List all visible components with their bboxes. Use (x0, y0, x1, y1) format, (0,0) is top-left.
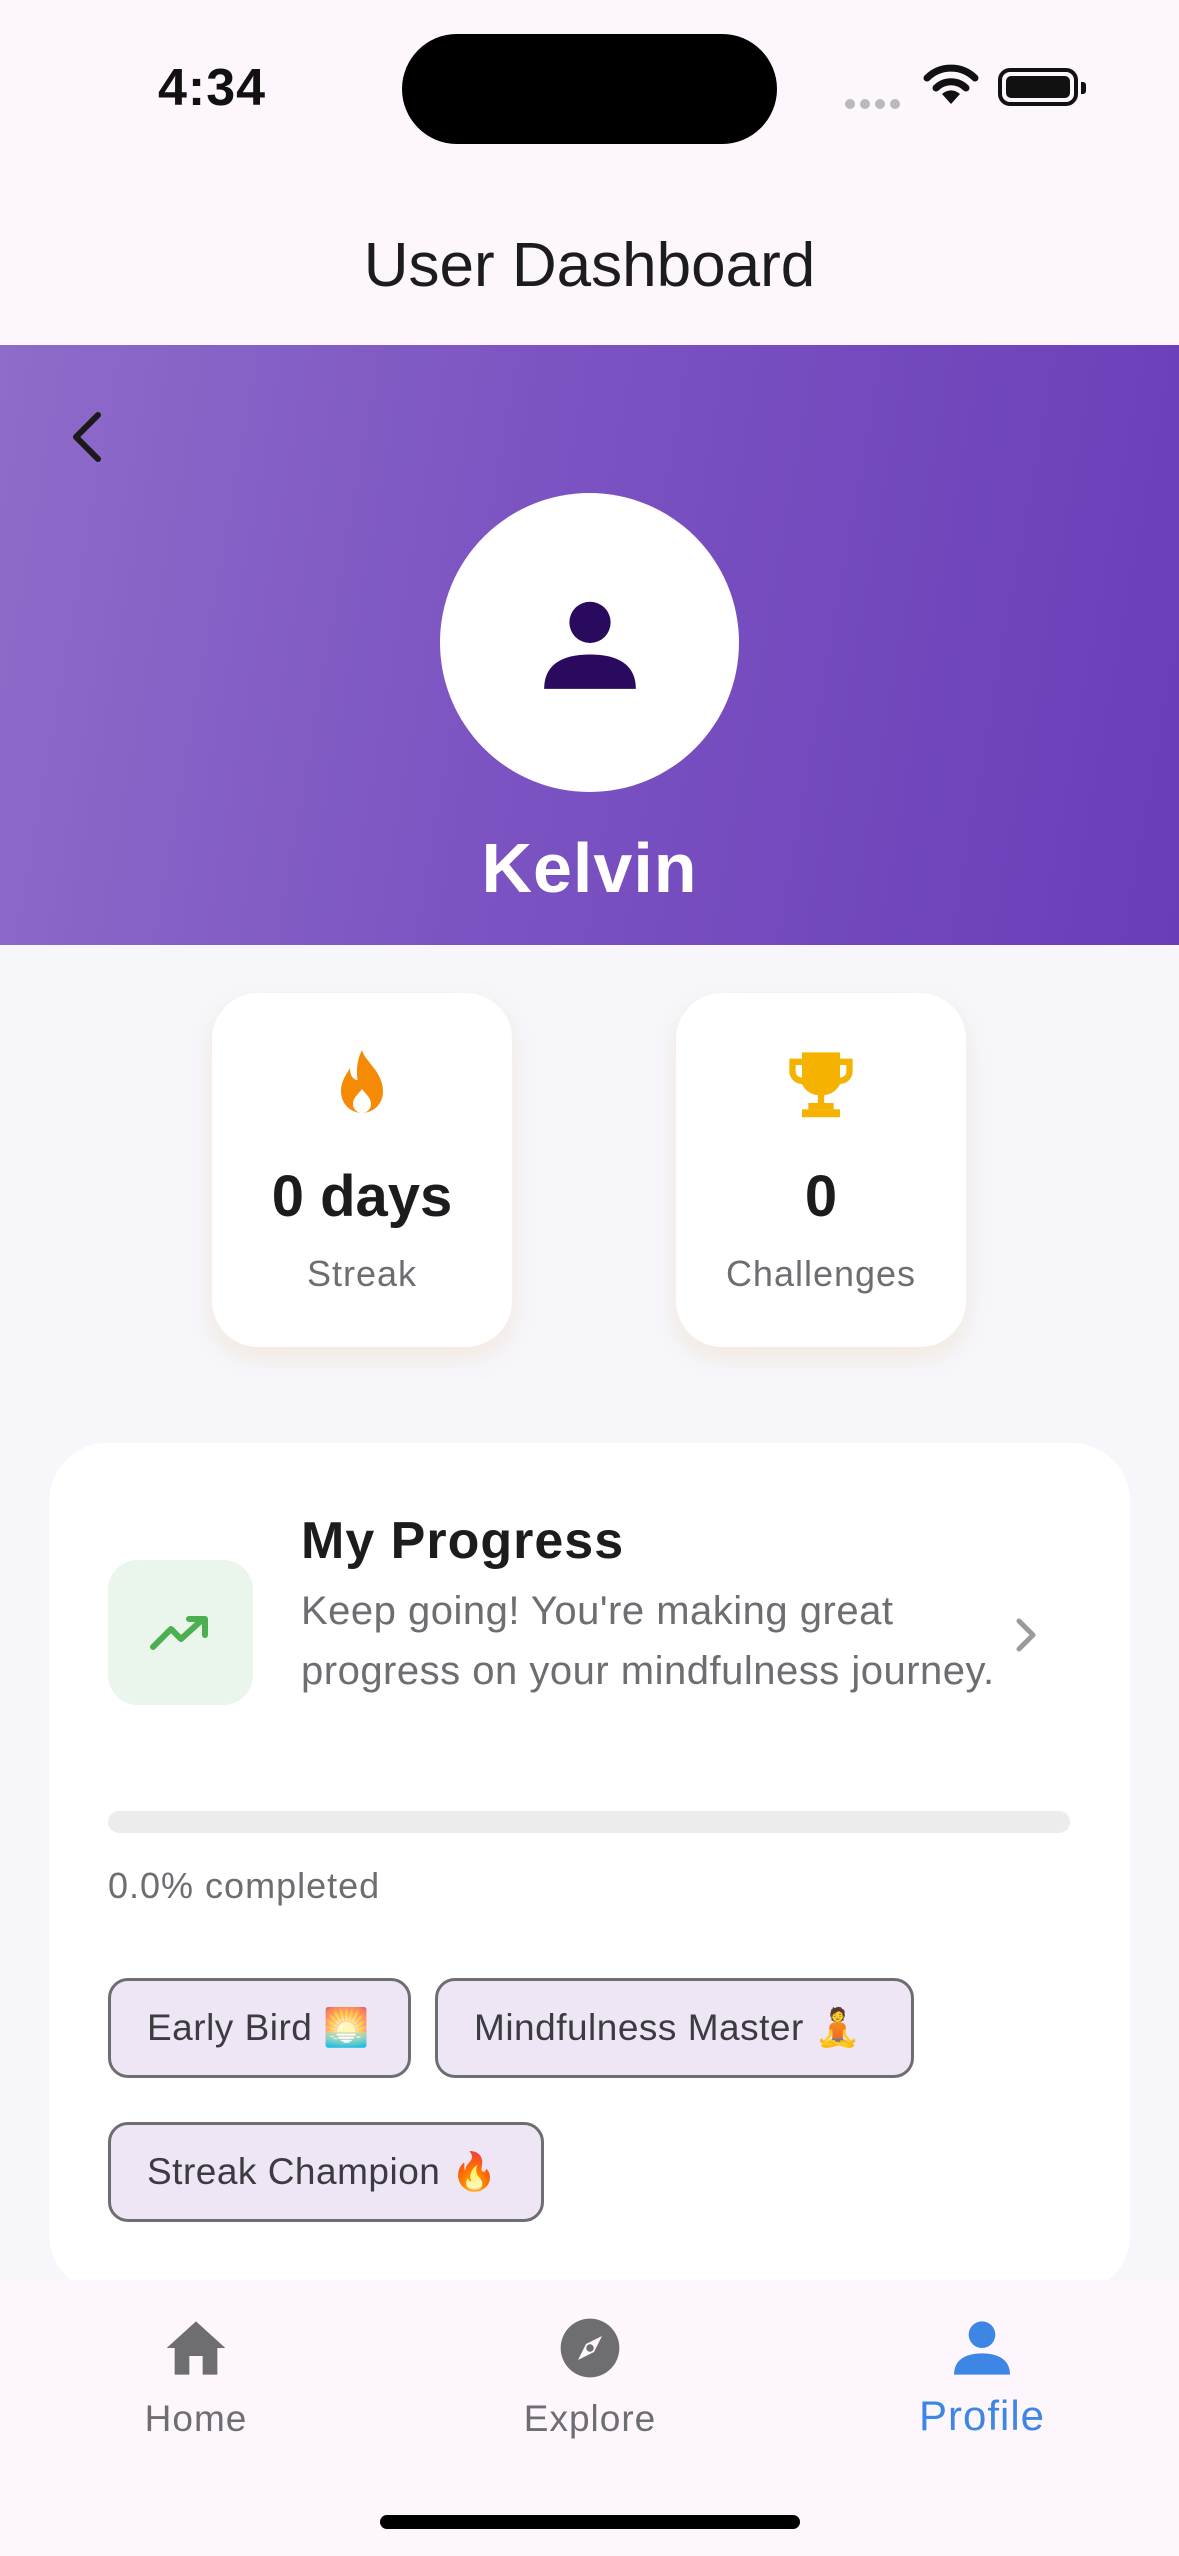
progress-bar (108, 1811, 1070, 1833)
nav-label-home: Home (144, 2398, 248, 2439)
challenges-value: 0 (804, 1164, 838, 1229)
streak-card[interactable]: 0 days Streak (212, 993, 512, 1347)
battery-icon (998, 68, 1086, 106)
trending-up-icon (149, 1615, 208, 1650)
dynamic-island (402, 34, 777, 144)
avatar[interactable] (440, 493, 739, 792)
progress-title: My Progress (301, 1512, 625, 1570)
progress-description: Keep going! You're making great progress… (301, 1589, 995, 1693)
progress-card[interactable]: My Progress Keep going! You're making gr… (49, 1443, 1130, 2293)
status-bar: 4:34 (0, 0, 1179, 175)
nav-item-profile[interactable]: Profile (832, 2308, 1132, 2440)
signal-icon (845, 96, 905, 114)
person-icon (832, 2308, 1132, 2388)
user-name: Kelvin (481, 829, 698, 907)
fire-icon (212, 1046, 512, 1126)
wifi-icon (922, 62, 980, 111)
nav-item-home[interactable]: Home (46, 2308, 346, 2440)
progress-percent: 0.0% completed (108, 1865, 381, 1906)
status-time: 4:34 (158, 59, 267, 117)
app-bar: User Dashboard (0, 175, 1179, 345)
chevron-left-icon (73, 412, 101, 462)
home-icon (46, 2308, 346, 2388)
badge-streak-champion[interactable]: Streak Champion 🔥 (108, 2122, 544, 2222)
badge-mindfulness-master[interactable]: Mindfulness Master 🧘 (435, 1978, 914, 2078)
nav-item-explore[interactable]: Explore (440, 2308, 740, 2440)
profile-header: Kelvin (0, 345, 1179, 945)
streak-label: Streak (306, 1253, 418, 1294)
home-indicator[interactable] (380, 2515, 800, 2529)
progress-icon-box (108, 1560, 253, 1705)
nav-label-profile: Profile (918, 2392, 1046, 2439)
badge-early-bird[interactable]: Early Bird 🌅 (108, 1978, 411, 2078)
challenges-label: Challenges (725, 1253, 917, 1294)
screen: 4:34 User Dashboard Kelvin 0 days Streak… (0, 0, 1179, 2556)
nav-label-explore: Explore (523, 2398, 657, 2439)
back-button[interactable] (58, 395, 118, 475)
compass-icon (440, 2308, 740, 2388)
chevron-right-icon[interactable] (1011, 1613, 1041, 1662)
page-title: User Dashboard (363, 231, 816, 300)
streak-value: 0 days (271, 1164, 453, 1229)
challenges-card[interactable]: 0 Challenges (676, 993, 966, 1347)
person-icon (543, 601, 636, 689)
trophy-icon (676, 1046, 966, 1126)
